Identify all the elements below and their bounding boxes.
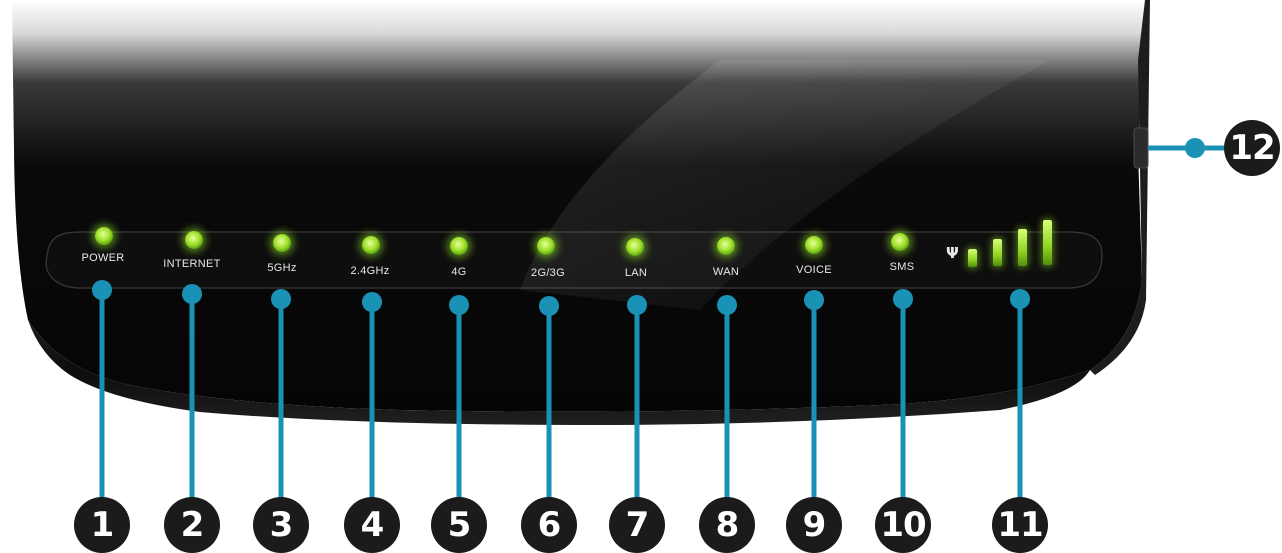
antenna-icon: Ψ (946, 244, 959, 262)
led-2g3g (537, 237, 555, 255)
leader-line-8 (724, 305, 730, 502)
callout-9: 9 (786, 497, 842, 553)
callout-11: 11 (992, 497, 1048, 553)
led-internet (185, 231, 203, 249)
leader-line-7 (634, 305, 640, 502)
leader-line-6 (546, 306, 552, 502)
anchor-dot-2 (182, 284, 202, 304)
led-label-5ghz: 5GHz (267, 262, 297, 274)
led-label-sms: SMS (889, 261, 915, 273)
router-front-diagram: POWER INTERNET 5GHz 2.4GHz 4G 2G/3G LAN … (0, 0, 1282, 553)
anchor-dot-9 (804, 290, 824, 310)
callout-2: 2 (164, 497, 220, 553)
anchor-dot-11 (1010, 289, 1030, 309)
leader-line-1 (99, 290, 105, 502)
anchor-dot-8 (717, 295, 737, 315)
callout-10: 10 (875, 497, 931, 553)
signal-bar-4 (1043, 220, 1052, 265)
led-label-4g: 4G (451, 266, 467, 278)
callout-6: 6 (521, 497, 577, 553)
led-2-4ghz (362, 236, 380, 254)
led-label-wan: WAN (712, 266, 740, 278)
callout-12: 12 (1224, 120, 1280, 176)
anchor-dot-10 (893, 289, 913, 309)
anchor-dot-7 (627, 295, 647, 315)
leader-line-5 (456, 305, 462, 502)
callout-4: 4 (344, 497, 400, 553)
leader-line-11 (1017, 299, 1023, 502)
led-lan (626, 238, 644, 256)
led-label-internet: INTERNET (163, 258, 221, 270)
signal-bar-3 (1018, 229, 1027, 266)
anchor-dot-4 (362, 292, 382, 312)
leader-line-9 (811, 300, 817, 502)
signal-bar-1 (968, 249, 977, 267)
led-label-voice: VOICE (796, 264, 832, 276)
leader-line-3 (278, 299, 284, 502)
anchor-dot-3 (271, 289, 291, 309)
led-label-lan: LAN (624, 267, 648, 279)
led-voice (805, 236, 823, 254)
anchor-dot-1 (92, 280, 112, 300)
anchor-dot-5 (449, 295, 469, 315)
led-label-2g3g: 2G/3G (531, 267, 565, 279)
led-4g (450, 237, 468, 255)
callout-5: 5 (431, 497, 487, 553)
led-label-2-4ghz: 2.4GHz (350, 265, 390, 277)
led-5ghz (273, 234, 291, 252)
signal-bar-2 (993, 239, 1002, 266)
leader-line-4 (369, 302, 375, 502)
led-wan (717, 237, 735, 255)
led-sms (891, 233, 909, 251)
leader-line-2 (189, 294, 195, 502)
leader-line-10 (900, 299, 906, 502)
callout-8: 8 (699, 497, 755, 553)
led-power (95, 227, 113, 245)
anchor-dot-6 (539, 296, 559, 316)
anchor-dot-12 (1185, 138, 1205, 158)
callout-1: 1 (74, 497, 130, 553)
led-label-power: POWER (81, 252, 125, 264)
callout-3: 3 (253, 497, 309, 553)
callout-7: 7 (609, 497, 665, 553)
